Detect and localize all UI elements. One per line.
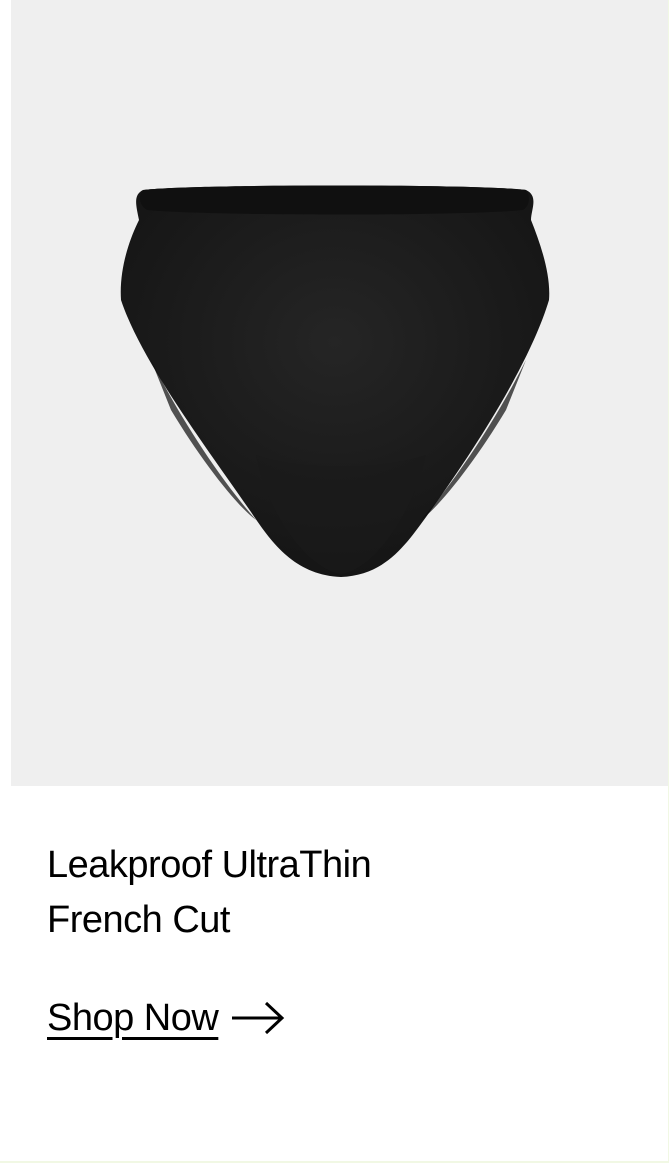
product-image-panel[interactable] [11, 0, 668, 786]
product-title[interactable]: Leakproof UltraThin French Cut [47, 838, 507, 948]
product-card[interactable]: Leakproof UltraThin French Cut Shop Now [0, 0, 669, 1163]
product-title-line1: Leakproof UltraThin [47, 844, 372, 886]
shop-now-link[interactable]: Shop Now [47, 994, 285, 1042]
arrow-right-icon [231, 1001, 285, 1035]
product-title-line2: French Cut [47, 899, 230, 941]
product-image[interactable] [11, 0, 668, 786]
shop-now-label: Shop Now [47, 997, 219, 1039]
